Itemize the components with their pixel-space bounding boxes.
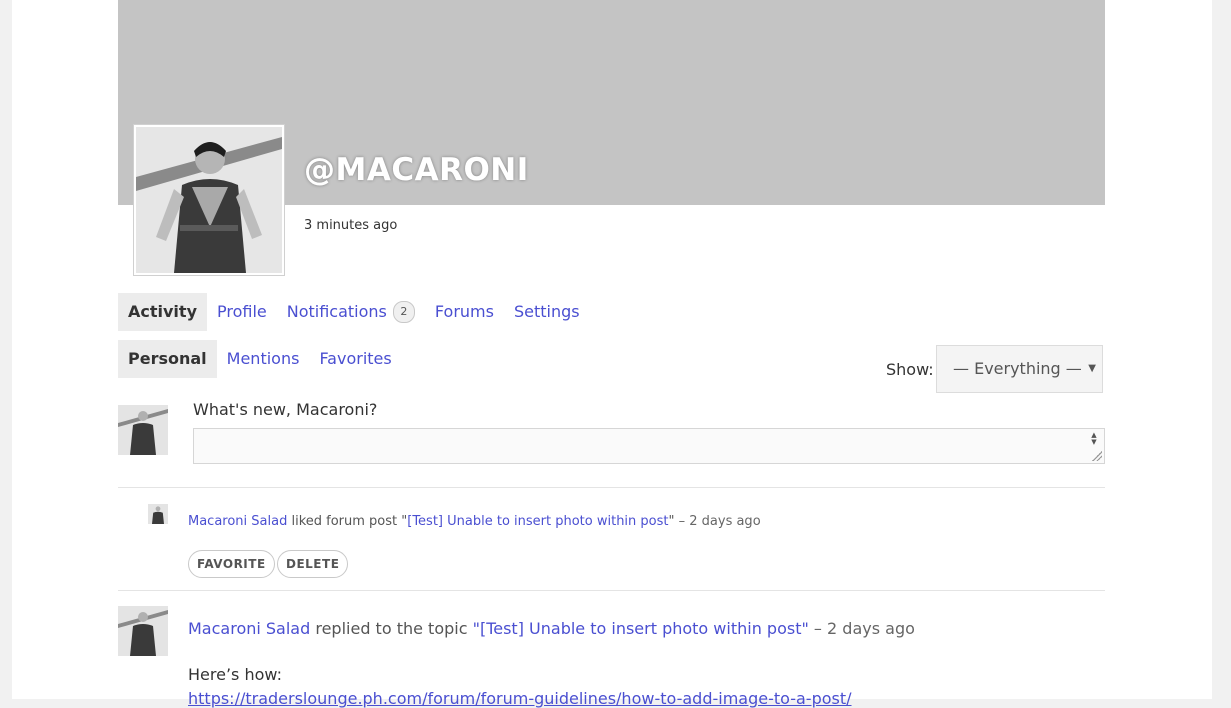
nav-notifications[interactable]: Notifications 2 (277, 293, 425, 331)
avatar-illustration-icon (118, 405, 168, 455)
activity-2-time[interactable]: – 2 days ago (809, 619, 915, 638)
spinner-down-icon: ▼ (1091, 438, 1097, 446)
delete-button[interactable]: DELETE (277, 550, 349, 578)
nav-settings-label: Settings (513, 302, 580, 321)
subnav-mentions[interactable]: Mentions (217, 340, 310, 378)
profile-content: @MACARONI 3 minutes ago Activity Profile… (118, 0, 1105, 708)
nav-forums[interactable]: Forums (425, 293, 504, 331)
divider (118, 487, 1105, 488)
page: @MACARONI 3 minutes ago Activity Profile… (12, 0, 1212, 708)
activity-1-text: Macaroni Salad liked forum post "[Test] … (188, 514, 761, 529)
activity-2-text: Macaroni Salad replied to the topic "[Te… (188, 619, 915, 638)
activity-2-target-link[interactable]: "[Test] Unable to insert photo within po… (473, 619, 809, 638)
filter-selected-value: — Everything — (953, 359, 1082, 378)
resize-handle-icon[interactable] (1092, 451, 1102, 461)
filter-label: Show: (886, 360, 934, 379)
subnav-favorites-label: Favorites (319, 349, 392, 368)
nav-activity-label: Activity (128, 302, 197, 321)
nav-profile[interactable]: Profile (207, 293, 277, 331)
activity-2-avatar[interactable] (118, 606, 168, 656)
activity-1-target-link[interactable]: [Test] Unable to insert photo within pos… (407, 514, 668, 529)
caret-down-icon: ▼ (1088, 363, 1096, 374)
activity-1-action: liked forum post " (287, 514, 408, 529)
activity-2-action: replied to the topic (310, 619, 473, 638)
subnav-mentions-label: Mentions (226, 349, 300, 368)
notifications-count-badge: 2 (392, 301, 415, 323)
avatar-illustration-icon (148, 504, 168, 524)
activity-2-user-link[interactable]: Macaroni Salad (188, 619, 310, 638)
activity-filter-select[interactable]: — Everything — ▼ (936, 345, 1103, 393)
activity-1-time[interactable]: – 2 days ago (674, 514, 761, 529)
textarea-spinner[interactable]: ▲ ▼ (1088, 432, 1100, 446)
subnav-personal-label: Personal (128, 349, 207, 368)
favorite-button[interactable]: FAVORITE (188, 550, 275, 578)
last-active-time: 3 minutes ago (304, 218, 398, 233)
activity-sub-nav: Personal Mentions Favorites (118, 340, 402, 378)
whats-new-textarea[interactable]: ▲ ▼ (193, 428, 1105, 464)
subnav-favorites[interactable]: Favorites (309, 340, 401, 378)
nav-activity[interactable]: Activity (118, 293, 207, 331)
divider (118, 590, 1105, 591)
avatar-illustration-icon (118, 606, 168, 656)
nav-settings[interactable]: Settings (504, 293, 590, 331)
subnav-personal[interactable]: Personal (118, 340, 217, 378)
activity-1-avatar[interactable] (148, 504, 168, 524)
nav-profile-label: Profile (217, 302, 267, 321)
nav-notifications-label: Notifications (286, 302, 387, 321)
post-form-avatar[interactable] (118, 405, 168, 455)
activity-1-user-link[interactable]: Macaroni Salad (188, 514, 287, 529)
avatar-illustration-icon (136, 127, 282, 273)
nav-forums-label: Forums (434, 302, 494, 321)
profile-username: @MACARONI (304, 152, 529, 188)
post-form-label: What's new, Macaroni? (193, 400, 378, 419)
profile-main-nav: Activity Profile Notifications 2 Forums S… (118, 293, 590, 331)
profile-avatar[interactable] (134, 125, 284, 275)
activity-2-body: Here’s how: (188, 665, 282, 684)
